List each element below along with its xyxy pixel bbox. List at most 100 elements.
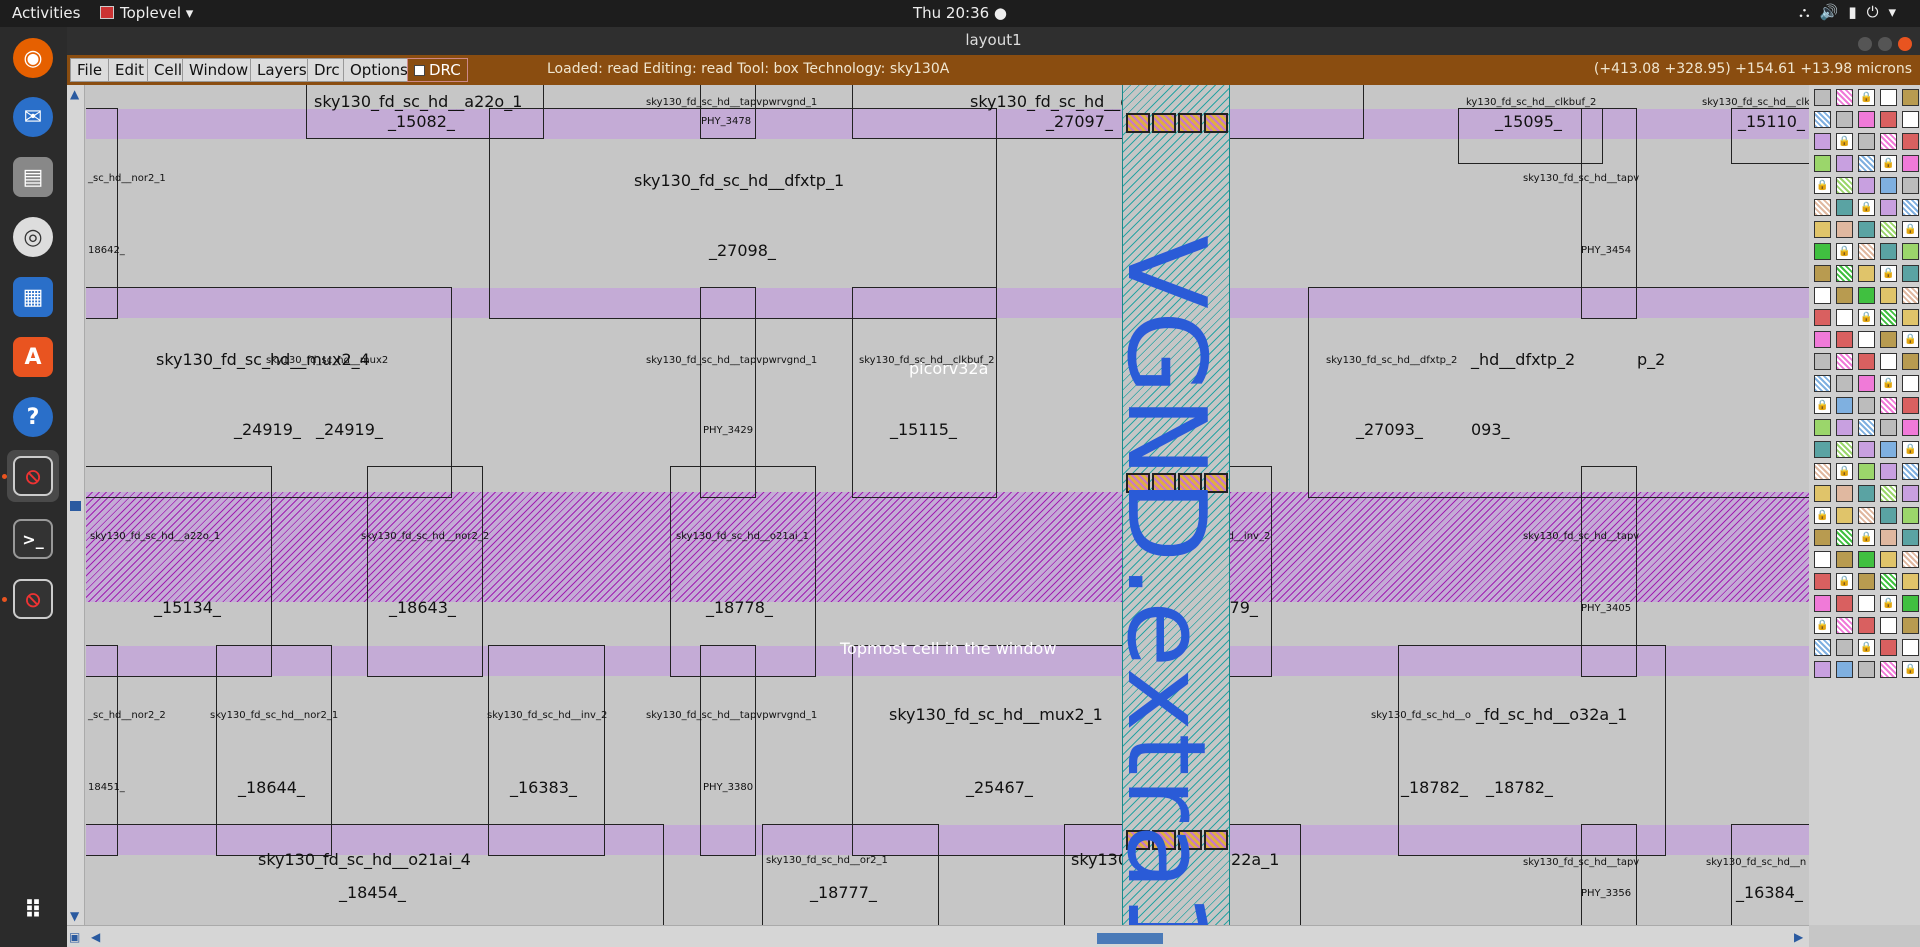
layer-swatch[interactable] <box>1880 243 1897 260</box>
layer-swatch[interactable] <box>1858 353 1875 370</box>
layer-swatch[interactable] <box>1814 133 1831 150</box>
layer-swatch[interactable] <box>1814 375 1831 392</box>
layer-swatch[interactable] <box>1814 199 1831 216</box>
layer-swatch[interactable]: 🔒 <box>1814 617 1831 634</box>
layer-swatch[interactable] <box>1836 397 1853 414</box>
layer-swatch[interactable] <box>1880 441 1897 458</box>
layer-swatch[interactable]: 🔒 <box>1814 177 1831 194</box>
system-tray[interactable]: ⛬🔊▮⏻▾ <box>1799 3 1906 21</box>
layer-swatch[interactable] <box>1814 661 1831 678</box>
layer-swatch[interactable] <box>1836 375 1853 392</box>
layer-swatch[interactable] <box>1858 221 1875 238</box>
layer-swatch[interactable] <box>1880 573 1897 590</box>
layer-swatch[interactable] <box>1836 507 1853 524</box>
layer-swatch[interactable]: 🔒 <box>1836 133 1853 150</box>
layer-swatch[interactable]: 🔒 <box>1858 639 1875 656</box>
layer-swatch[interactable] <box>1858 485 1875 502</box>
layer-swatch[interactable]: 🔒 <box>1836 463 1853 480</box>
cell-box[interactable] <box>852 287 997 498</box>
layer-swatch[interactable] <box>1836 441 1853 458</box>
layer-swatch[interactable] <box>1902 133 1919 150</box>
layer-swatch[interactable]: 🔒 <box>1858 529 1875 546</box>
layer-swatch[interactable] <box>1902 617 1919 634</box>
writer-launcher[interactable]: ▦ <box>7 271 59 323</box>
menu-edit[interactable]: Edit <box>108 58 152 82</box>
layer-swatch[interactable] <box>1902 89 1919 106</box>
layer-swatch[interactable] <box>1902 595 1919 612</box>
layer-swatch[interactable] <box>1836 199 1853 216</box>
layer-swatch[interactable] <box>1858 397 1875 414</box>
layer-swatch[interactable]: 🔒 <box>1814 507 1831 524</box>
layer-swatch[interactable] <box>1836 331 1853 348</box>
scroll-down-icon[interactable]: ▼ <box>70 909 79 923</box>
layer-swatch[interactable] <box>1858 287 1875 304</box>
layer-swatch[interactable] <box>1814 89 1831 106</box>
layer-swatch[interactable] <box>1880 463 1897 480</box>
close-icon[interactable] <box>1898 37 1912 51</box>
layer-swatch[interactable] <box>1902 397 1919 414</box>
layer-swatch[interactable] <box>1880 177 1897 194</box>
toplevel-launcher[interactable]: ⦸ <box>7 450 59 502</box>
layer-swatch[interactable] <box>1814 353 1831 370</box>
layer-swatch[interactable] <box>1880 309 1897 326</box>
layer-swatch[interactable] <box>1814 265 1831 282</box>
cell-box[interactable] <box>1308 287 1809 498</box>
layer-swatch[interactable] <box>1858 617 1875 634</box>
layer-swatch[interactable] <box>1902 111 1919 128</box>
layer-swatch[interactable]: 🔒 <box>1858 309 1875 326</box>
maximize-icon[interactable] <box>1878 37 1892 51</box>
toplevel2-launcher[interactable]: ⦸ <box>7 573 59 625</box>
layer-swatch[interactable] <box>1858 595 1875 612</box>
layer-swatch[interactable] <box>1858 463 1875 480</box>
layer-swatch[interactable]: 🔒 <box>1858 199 1875 216</box>
layer-swatch[interactable] <box>1814 529 1831 546</box>
layer-swatch[interactable] <box>1814 221 1831 238</box>
layer-swatch[interactable] <box>1880 639 1897 656</box>
layer-swatch[interactable] <box>1858 419 1875 436</box>
layer-swatch[interactable] <box>1836 551 1853 568</box>
layer-swatch[interactable] <box>1836 353 1853 370</box>
layer-swatch[interactable] <box>1880 551 1897 568</box>
minimize-icon[interactable] <box>1858 37 1872 51</box>
layer-swatch[interactable] <box>1814 463 1831 480</box>
layer-swatch[interactable]: 🔒 <box>1880 265 1897 282</box>
layer-swatch[interactable] <box>1836 595 1853 612</box>
layer-swatch[interactable] <box>1836 529 1853 546</box>
layer-swatch[interactable] <box>1836 661 1853 678</box>
menu-window[interactable]: Window <box>182 58 256 82</box>
rhythmbox-launcher[interactable]: ◎ <box>7 211 59 263</box>
layer-swatch[interactable] <box>1836 265 1853 282</box>
layer-swatch[interactable] <box>1880 661 1897 678</box>
horizontal-scrollbar[interactable]: ▣ ◀ ▶ <box>67 925 1809 947</box>
terminal-launcher[interactable]: >_ <box>7 513 59 565</box>
window-titlebar[interactable]: layout1 <box>67 27 1920 55</box>
layer-swatch[interactable]: 🔒 <box>1902 441 1919 458</box>
layer-swatch[interactable] <box>1902 243 1919 260</box>
menu-drc[interactable]: Drc <box>307 58 347 82</box>
cell-box[interactable] <box>367 466 483 677</box>
layer-swatch[interactable] <box>1836 419 1853 436</box>
layer-swatch[interactable] <box>1814 243 1831 260</box>
zoom-box-icon[interactable]: ▣ <box>69 930 80 944</box>
layer-swatch[interactable] <box>1880 111 1897 128</box>
layer-swatch[interactable] <box>1880 529 1897 546</box>
show-apps-button[interactable]: ⠿ <box>7 884 59 936</box>
scroll-right-icon[interactable]: ▶ <box>1794 930 1803 944</box>
layer-swatch[interactable] <box>1814 639 1831 656</box>
cell-box[interactable] <box>1581 824 1637 925</box>
layer-swatch[interactable] <box>1880 133 1897 150</box>
layer-swatch[interactable] <box>1880 89 1897 106</box>
layer-swatch[interactable] <box>1814 331 1831 348</box>
drc-toggle[interactable]: DRC <box>407 58 468 82</box>
layer-swatch[interactable] <box>1902 265 1919 282</box>
layer-swatch[interactable]: 🔒 <box>1814 397 1831 414</box>
cell-box[interactable] <box>86 824 664 925</box>
layer-swatch[interactable] <box>1858 331 1875 348</box>
layer-swatch[interactable] <box>1836 287 1853 304</box>
layer-swatch[interactable] <box>1902 463 1919 480</box>
layer-swatch[interactable] <box>1858 155 1875 172</box>
layer-swatch[interactable]: 🔒 <box>1902 661 1919 678</box>
layer-swatch[interactable] <box>1880 419 1897 436</box>
layer-swatch[interactable] <box>1880 331 1897 348</box>
cell-box[interactable] <box>700 85 756 139</box>
